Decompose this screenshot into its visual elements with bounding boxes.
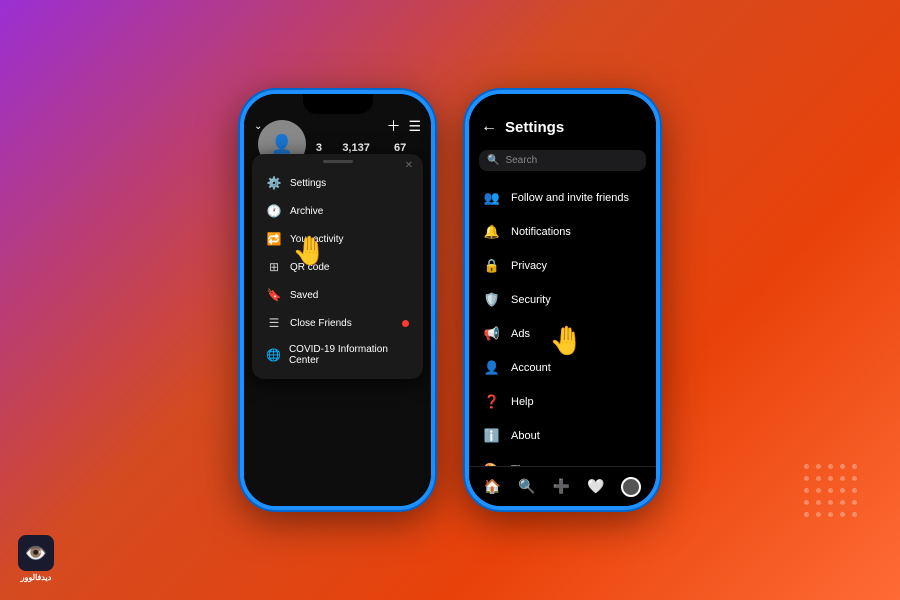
followers-count: 3,137	[339, 142, 373, 154]
menu-icon[interactable]: ☰	[408, 118, 421, 135]
add-icon[interactable]: ＋	[386, 116, 400, 136]
phone-notch-left	[303, 94, 373, 114]
menu-item-activity[interactable]: 🔁 Your activity	[252, 225, 423, 253]
security-icon: 🛡️	[483, 292, 501, 308]
nav-profile-avatar[interactable]	[621, 477, 641, 497]
nav-search-icon[interactable]: 🔍	[518, 478, 535, 495]
close-icon[interactable]: ✕	[405, 160, 413, 171]
menu-item-covid-label: COVID-19 Information Center	[289, 344, 409, 366]
bottom-nav: 🏠 🔍 ➕ 🤍	[469, 466, 656, 506]
menu-item-settings[interactable]: ⚙️ Settings	[252, 169, 423, 197]
right-phone: ← Settings 🔍 Search 👥 Follow and invite …	[465, 90, 660, 510]
menu-item-archive[interactable]: 🕐 Archive	[252, 197, 423, 225]
qr-icon: ⊞	[266, 260, 282, 274]
phone-notch-right	[528, 94, 598, 114]
covid-icon: 🌐	[266, 348, 281, 362]
search-icon: 🔍	[487, 155, 499, 166]
settings-item-security-label: Security	[511, 294, 551, 306]
settings-item-account[interactable]: 👤 Account	[469, 351, 656, 385]
settings-item-follow-friends-label: Follow and invite friends	[511, 192, 629, 204]
settings-item-about-label: About	[511, 430, 540, 442]
menu-item-saved[interactable]: 🔖 Saved	[252, 281, 423, 309]
saved-icon: 🔖	[266, 288, 282, 302]
menu-item-settings-label: Settings	[290, 178, 326, 189]
menu-item-activity-label: Your activity	[290, 234, 344, 245]
logo-icon: 👁️	[18, 535, 54, 571]
archive-icon: 🕐	[266, 204, 282, 218]
follow-friends-icon: 👥	[483, 190, 501, 206]
settings-item-help[interactable]: ❓ Help	[469, 385, 656, 419]
settings-item-ads[interactable]: 📢 Ads	[469, 317, 656, 351]
posts-count: 3	[309, 142, 329, 154]
settings-icon: ⚙️	[266, 176, 282, 190]
search-placeholder: Search	[505, 155, 537, 166]
phones-container: ⌄ ＋ ☰ 3 Posts 3,137 Followers 67 Fo	[240, 90, 660, 510]
account-icon: 👤	[483, 360, 501, 376]
settings-list: 👥 Follow and invite friends 🔔 Notificati…	[469, 177, 656, 491]
privacy-icon: 🔒	[483, 258, 501, 274]
menu-item-close-friends[interactable]: ☰ Close Friends	[252, 309, 423, 337]
settings-item-about[interactable]: ℹ️ About	[469, 419, 656, 453]
close-friends-icon: ☰	[266, 316, 282, 330]
menu-item-covid[interactable]: 🌐 COVID-19 Information Center	[252, 337, 423, 373]
ads-icon: 📢	[483, 326, 501, 342]
settings-item-account-label: Account	[511, 362, 551, 374]
about-icon: ℹ️	[483, 428, 501, 444]
menu-item-archive-label: Archive	[290, 206, 323, 217]
nav-home-icon[interactable]: 🏠	[484, 478, 501, 495]
menu-item-qr-label: QR code	[290, 262, 329, 273]
dropdown-menu: ✕ ⚙️ Settings 🕐 Archive 🔁 Your activity …	[252, 154, 423, 379]
nav-heart-icon[interactable]: 🤍	[587, 478, 604, 495]
left-phone-screen: ⌄ ＋ ☰ 3 Posts 3,137 Followers 67 Fo	[244, 94, 431, 506]
notifications-icon: 🔔	[483, 224, 501, 240]
dot-grid-decoration	[804, 464, 860, 520]
settings-item-security[interactable]: 🛡️ Security	[469, 283, 656, 317]
settings-item-follow-friends[interactable]: 👥 Follow and invite friends	[469, 181, 656, 215]
help-icon: ❓	[483, 394, 501, 410]
left-phone: ⌄ ＋ ☰ 3 Posts 3,137 Followers 67 Fo	[240, 90, 435, 510]
back-button[interactable]: ←	[481, 118, 497, 136]
search-bar[interactable]: 🔍 Search	[479, 150, 646, 171]
right-phone-screen: ← Settings 🔍 Search 👥 Follow and invite …	[469, 94, 656, 506]
logo-area: 👁️ دیدفالوور	[18, 535, 54, 582]
menu-item-qr[interactable]: ⊞ QR code	[252, 253, 423, 281]
logo-text: دیدفالوور	[21, 573, 52, 582]
settings-item-help-label: Help	[511, 396, 534, 408]
settings-item-notifications[interactable]: 🔔 Notifications	[469, 215, 656, 249]
settings-item-ads-label: Ads	[511, 328, 530, 340]
settings-item-notifications-label: Notifications	[511, 226, 571, 238]
menu-item-saved-label: Saved	[290, 290, 318, 301]
settings-item-privacy[interactable]: 🔒 Privacy	[469, 249, 656, 283]
nav-add-icon[interactable]: ➕	[552, 478, 569, 495]
menu-item-close-friends-label: Close Friends	[290, 318, 352, 329]
activity-icon: 🔁	[266, 232, 282, 246]
settings-title: Settings	[505, 119, 564, 136]
notification-badge	[402, 320, 409, 327]
settings-item-privacy-label: Privacy	[511, 260, 547, 272]
following-count: 67	[383, 142, 417, 154]
divider-bar	[323, 160, 353, 163]
